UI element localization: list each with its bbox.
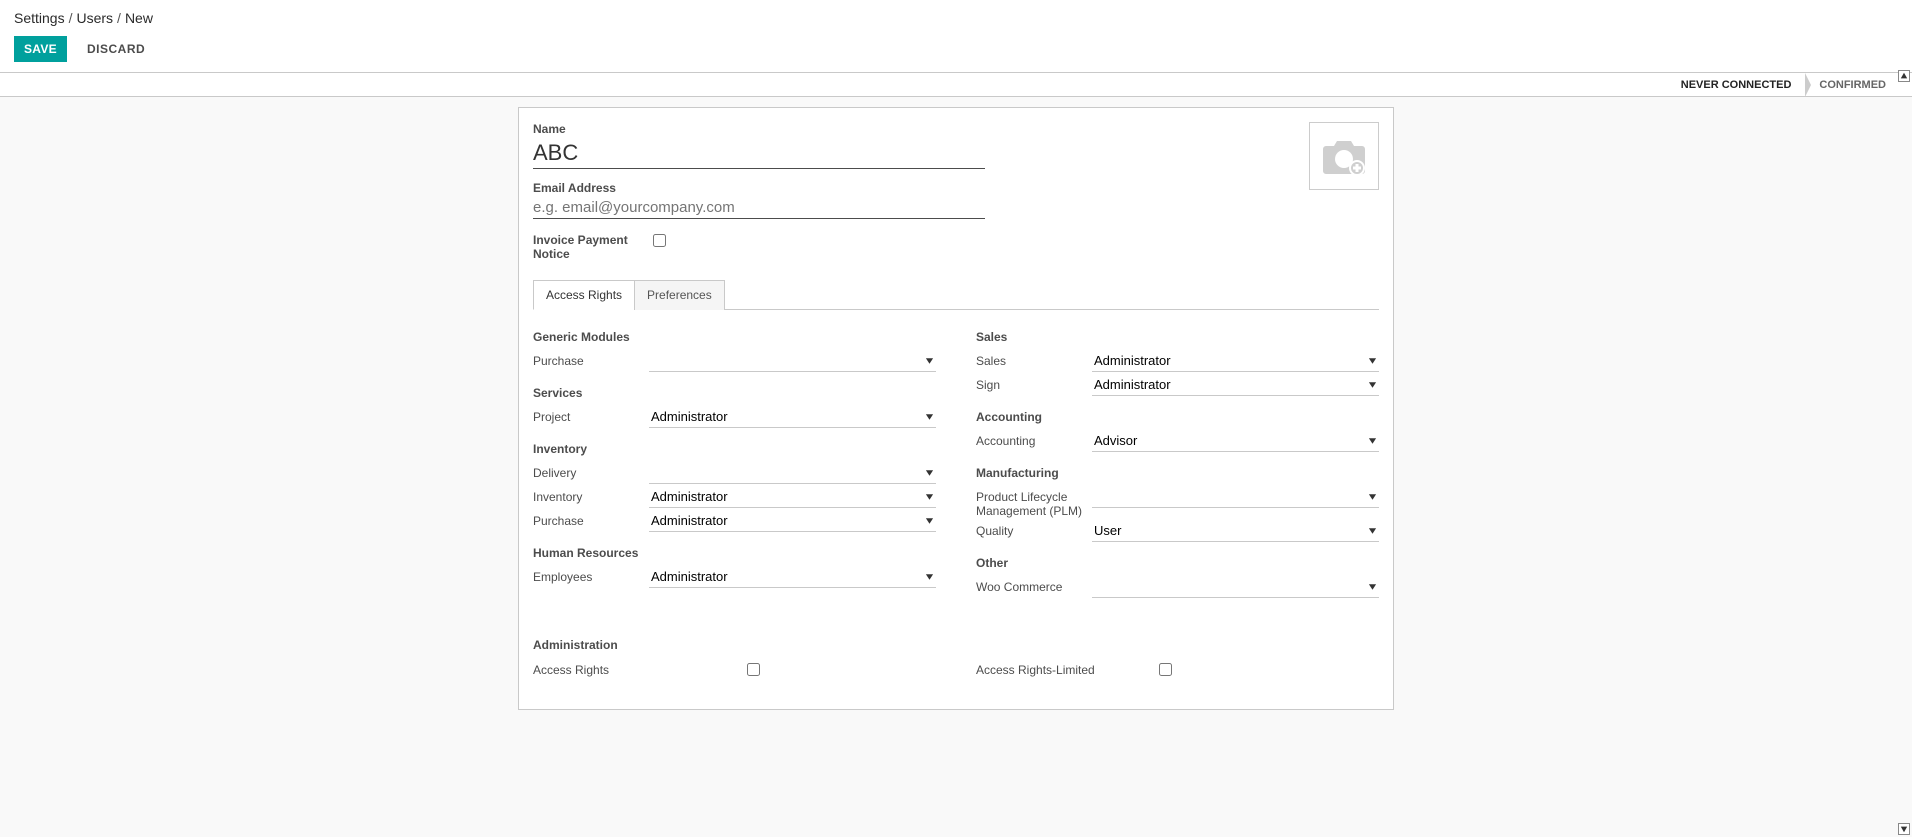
select-human-resources-employees[interactable] [649, 566, 936, 587]
invoice-payment-notice-checkbox[interactable] [653, 234, 666, 247]
select-sales-sign[interactable] [1092, 374, 1379, 395]
field-label-woo-commerce: Woo Commerce [976, 576, 1092, 594]
select-accounting-accounting[interactable] [1092, 430, 1379, 451]
tab-preferences[interactable]: Preferences [634, 280, 725, 310]
group-title-other: Other [976, 556, 1379, 570]
invoice-payment-notice-label: Invoice Payment Notice [533, 231, 649, 261]
email-label: Email Address [533, 181, 1289, 195]
select-other-woo-commerce[interactable] [1092, 576, 1379, 597]
field-label-accounting: Accounting [976, 430, 1092, 448]
select-services-project[interactable] [649, 406, 936, 427]
select-inventory-purchase[interactable] [649, 510, 936, 531]
camera-add-icon [1320, 136, 1368, 176]
field-label-quality: Quality [976, 520, 1092, 538]
field-label-sales: Sales [976, 350, 1092, 368]
field-label-project: Project [533, 406, 649, 424]
select-manufacturing-product-lifecycle-management-plm[interactable] [1092, 486, 1379, 507]
field-label-sign: Sign [976, 374, 1092, 392]
access-rights-checkbox[interactable] [747, 663, 760, 676]
tab-access-rights[interactable]: Access Rights [533, 280, 635, 310]
select-inventory-inventory[interactable] [649, 486, 936, 507]
scroll-up-indicator[interactable] [1898, 70, 1910, 82]
discard-button[interactable]: DISCARD [81, 41, 151, 57]
status-never-connected[interactable]: NEVER CONNECTED [1667, 73, 1806, 97]
avatar-upload[interactable] [1309, 122, 1379, 190]
tabs: Access Rights Preferences [533, 279, 1379, 310]
select-inventory-delivery[interactable] [649, 462, 936, 483]
field-label-delivery: Delivery [533, 462, 649, 480]
group-title-sales: Sales [976, 330, 1379, 344]
name-label: Name [533, 122, 1289, 136]
group-title-accounting: Accounting [976, 410, 1379, 424]
administration-title: Administration [533, 638, 1379, 652]
name-input[interactable] [533, 138, 985, 169]
breadcrumb-users[interactable]: Users [76, 10, 113, 26]
access-rights-limited-checkbox[interactable] [1159, 663, 1172, 676]
group-title-inventory: Inventory [533, 442, 936, 456]
status-bar: NEVER CONNECTED CONFIRMED [0, 73, 1912, 97]
field-label-product-lifecycle-management-plm: Product Lifecycle Management (PLM) [976, 486, 1092, 518]
group-title-human-resources: Human Resources [533, 546, 936, 560]
access-rights-label: Access Rights [533, 663, 683, 677]
field-label-inventory: Inventory [533, 486, 649, 504]
field-label-purchase: Purchase [533, 510, 649, 528]
group-title-services: Services [533, 386, 936, 400]
field-label-employees: Employees [533, 566, 649, 584]
breadcrumb: Settings/Users/New [14, 10, 1898, 26]
select-manufacturing-quality[interactable] [1092, 520, 1379, 541]
status-confirmed[interactable]: CONFIRMED [1805, 73, 1900, 97]
access-rights-limited-label: Access Rights-Limited [976, 663, 1095, 677]
field-label-purchase: Purchase [533, 350, 649, 368]
group-title-generic-modules: Generic Modules [533, 330, 936, 344]
email-input[interactable] [533, 197, 985, 219]
breadcrumb-settings[interactable]: Settings [14, 10, 65, 26]
form-sheet: Name Email Address Invoice Payment Notic… [518, 107, 1394, 710]
scroll-down-indicator[interactable] [1898, 823, 1910, 835]
group-title-manufacturing: Manufacturing [976, 466, 1379, 480]
select-sales-sales[interactable] [1092, 350, 1379, 371]
breadcrumb-new: New [125, 10, 153, 26]
save-button[interactable]: SAVE [14, 36, 67, 62]
select-generic-modules-purchase[interactable] [649, 350, 936, 371]
